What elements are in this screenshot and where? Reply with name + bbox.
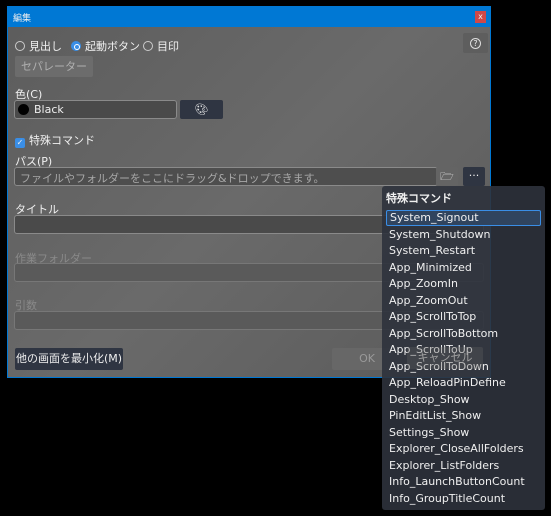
radio-label: 目印 xyxy=(157,40,179,53)
command-item[interactable]: System_Restart xyxy=(386,243,541,259)
radio-label: 見出し xyxy=(29,40,62,53)
command-item[interactable]: App_ScrollToTop xyxy=(386,309,541,325)
command-item[interactable]: PinEditList_Show xyxy=(386,408,541,424)
color-value: Black xyxy=(34,103,64,116)
minimize-others-button[interactable]: 他の画面を最小化(M) xyxy=(15,348,123,370)
command-item[interactable]: System_Shutdown xyxy=(386,227,541,243)
radio-selected-icon xyxy=(71,41,81,51)
window-title: 編集 xyxy=(13,14,32,24)
folder-open-icon: 🗁 xyxy=(440,170,454,183)
palette-icon: 🎨︎ xyxy=(194,103,209,116)
command-item[interactable]: Explorer_CloseAllFolders xyxy=(386,441,541,457)
command-item[interactable]: App_ZoomIn xyxy=(386,276,541,292)
radio-label: 起動ボタン xyxy=(85,40,140,53)
help-button[interactable]: ? xyxy=(463,33,488,53)
path-input[interactable]: ファイルやフォルダーをここにドラッグ&ドロップできます。 xyxy=(14,167,438,186)
command-item[interactable]: Settings_Show xyxy=(386,425,541,441)
path-placeholder: ファイルやフォルダーをここにドラッグ&ドロップできます。 xyxy=(20,172,325,185)
command-item[interactable]: Desktop_Show xyxy=(386,392,541,408)
command-item[interactable]: Info_LaunchButtonCount xyxy=(386,474,541,490)
command-item[interactable]: Explorer_ListFolders xyxy=(386,458,541,474)
checkbox-checked-icon: ✓ xyxy=(15,138,25,148)
close-button[interactable]: x xyxy=(475,11,486,23)
checkbox-label: 特殊コマンド xyxy=(29,134,95,147)
popup-header: 特殊コマンド xyxy=(386,192,452,205)
command-item[interactable]: App_ScrollToUp xyxy=(386,342,541,358)
separator-button[interactable]: セパレーター xyxy=(15,56,93,77)
radio-icon xyxy=(143,41,153,51)
color-swatch xyxy=(18,104,29,115)
command-item[interactable]: App_ScrollToBottom xyxy=(386,326,541,342)
radio-marker[interactable]: 目印 xyxy=(143,38,179,54)
palette-button[interactable]: 🎨︎ xyxy=(180,100,223,119)
help-icon: ? xyxy=(470,38,481,49)
title-bar: 編集 x xyxy=(8,7,490,27)
command-item[interactable]: Info_GroupTitleCount xyxy=(386,491,541,507)
radio-icon xyxy=(15,41,25,51)
browse-folder-button[interactable]: 🗁 xyxy=(436,167,458,186)
color-select[interactable]: Black xyxy=(14,100,177,119)
special-command-popup: 特殊コマンド System_Signout System_Shutdown Syst… xyxy=(382,186,545,510)
command-item[interactable]: App_ScrollToDown xyxy=(386,359,541,375)
command-item[interactable]: App_ZoomOut xyxy=(386,293,541,309)
radio-heading[interactable]: 見出し xyxy=(15,38,62,54)
special-command-checkbox[interactable]: ✓ 特殊コマンド xyxy=(15,132,95,148)
more-button[interactable]: ··· xyxy=(463,167,485,186)
command-item[interactable]: App_ReloadPinDefine xyxy=(386,375,541,391)
radio-launch-button[interactable]: 起動ボタン xyxy=(71,38,140,54)
command-item[interactable]: System_Signout xyxy=(386,210,541,226)
command-item[interactable]: App_Minimized xyxy=(386,260,541,276)
